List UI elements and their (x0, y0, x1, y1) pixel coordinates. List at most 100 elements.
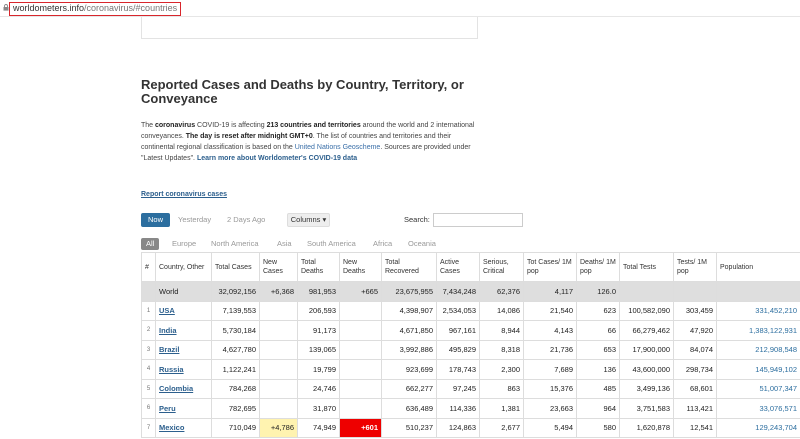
cell: 303,459 (673, 300, 717, 321)
cell: 4,671,850 (381, 320, 437, 341)
country-link[interactable]: Mexico (159, 423, 184, 432)
cell (259, 339, 298, 360)
cell: 51,007,347 (716, 378, 800, 399)
cell: 32,092,156 (211, 281, 260, 302)
table-row: 6 Peru 782,695 31,870 636,489 114,336 1,381 23,… (141, 398, 800, 419)
cell: 178,743 (436, 359, 480, 380)
cell: 623 (576, 300, 620, 321)
tab-oceania[interactable]: Oceania (408, 238, 436, 250)
cell: 2,677 (479, 417, 524, 438)
url-domain: worldometers.info (13, 3, 85, 13)
cell: 91,173 (297, 320, 340, 341)
tab-all[interactable]: All (141, 238, 160, 250)
col-header-active-cases[interactable]: Active Cases (436, 252, 480, 282)
cell: 3,992,886 (381, 339, 437, 360)
tab-africa[interactable]: Africa (373, 238, 392, 250)
col-header-total-tests[interactable]: Total Tests (619, 252, 674, 282)
cell: 62,376 (479, 281, 524, 302)
col-header-cases-per-million[interactable]: Tot Cases/ 1M pop (523, 252, 577, 282)
url-path: /coronavirus/#countries (84, 3, 178, 13)
search-input[interactable] (433, 213, 523, 227)
country-link[interactable]: Peru (159, 404, 176, 413)
browser-address-bar[interactable]: worldometers.info/coronavirus/#countries (0, 0, 800, 17)
col-header-new-cases[interactable]: New Cases (259, 252, 298, 282)
cell: 3 (141, 339, 156, 360)
cell: 1,122,241 (211, 359, 260, 380)
cell: 7,139,553 (211, 300, 260, 321)
search-label: Search: (404, 215, 430, 224)
cell: 6 (141, 398, 156, 419)
col-header-total-recovered[interactable]: Total Recovered (381, 252, 437, 282)
country-link[interactable]: Brazil (159, 345, 179, 354)
cell: 3,499,136 (619, 378, 674, 399)
cell: 2,300 (479, 359, 524, 380)
tab-north-america[interactable]: North America (211, 238, 259, 250)
countries-table: # Country, Other Total Cases New Cases T… (141, 252, 800, 438)
top-card-panel (141, 17, 478, 39)
col-header-deaths-per-million[interactable]: Deaths/ 1M pop (576, 252, 620, 282)
url-text[interactable]: worldometers.info/coronavirus/#countries (9, 2, 182, 16)
page-title: Reported Cases and Deaths by Country, Te… (141, 77, 464, 106)
country-link[interactable]: Colombia (159, 384, 193, 393)
table-row: 7 Mexico 710,049 +4,786 74,949 +601 510,237 124… (141, 417, 800, 438)
cell: 145,949,102 (716, 359, 800, 380)
cell: 17,900,000 (619, 339, 674, 360)
cell: 4 (141, 359, 156, 380)
cell: 113,421 (673, 398, 717, 419)
learn-more-link[interactable]: Learn more about Worldometer's COVID-19 … (197, 155, 357, 162)
cell: 2,534,053 (436, 300, 480, 321)
cell: 653 (576, 339, 620, 360)
intro-paragraph: The coronavirus COVID-19 is affecting 21… (141, 122, 475, 162)
country-link[interactable]: USA (159, 306, 175, 315)
cell-country: Mexico (155, 417, 212, 438)
col-header-rank[interactable]: # (141, 252, 156, 282)
table-header-row: # Country, Other Total Cases New Cases T… (141, 252, 800, 282)
col-header-country[interactable]: Country, Other (155, 252, 212, 282)
col-header-total-cases[interactable]: Total Cases (211, 252, 260, 282)
tab-asia[interactable]: Asia (277, 238, 292, 250)
table-controls: Now Yesterday 2 Days Ago Columns ▾ Searc… (141, 213, 526, 227)
country-link[interactable]: India (159, 326, 177, 335)
cell: 66,279,462 (619, 320, 674, 341)
cell (259, 320, 298, 341)
cell: 1,381 (479, 398, 524, 419)
cell (339, 378, 382, 399)
report-cases-link[interactable]: Report coronavirus cases (141, 191, 227, 198)
col-header-new-deaths[interactable]: New Deaths (339, 252, 382, 282)
cell: 15,376 (523, 378, 577, 399)
tab-south-america[interactable]: South America (307, 238, 356, 250)
yesterday-button[interactable]: Yesterday (178, 213, 211, 227)
cell: 43,600,000 (619, 359, 674, 380)
now-button[interactable]: Now (141, 213, 170, 227)
cell: 84,074 (673, 339, 717, 360)
cell: 4,627,780 (211, 339, 260, 360)
cell: 136 (576, 359, 620, 380)
cell-country: World (155, 281, 212, 302)
cell (259, 378, 298, 399)
cell: 21,736 (523, 339, 577, 360)
cell (339, 300, 382, 321)
cell: 114,336 (436, 398, 480, 419)
country-link[interactable]: Russia (159, 365, 184, 374)
cell: 47,920 (673, 320, 717, 341)
cell: 12,541 (673, 417, 717, 438)
un-geoscheme-link[interactable]: United Nations Geoscheme (295, 144, 381, 151)
cell: 3,751,583 (619, 398, 674, 419)
col-header-population[interactable]: Population (716, 252, 800, 282)
cell-country: Brazil (155, 339, 212, 360)
cell: 5,730,184 (211, 320, 260, 341)
columns-dropdown[interactable]: Columns ▾ (287, 213, 330, 227)
cell: 206,593 (297, 300, 340, 321)
two-days-ago-button[interactable]: 2 Days Ago (227, 213, 265, 227)
cell (673, 281, 717, 302)
cell: 4,398,907 (381, 300, 437, 321)
cell: 5 (141, 378, 156, 399)
tab-europe[interactable]: Europe (172, 238, 196, 250)
col-header-tests-per-million[interactable]: Tests/ 1M pop (673, 252, 717, 282)
cell: +6,368 (259, 281, 298, 302)
col-header-serious-critical[interactable]: Serious, Critical (479, 252, 524, 282)
cell: 485 (576, 378, 620, 399)
cell: 7,689 (523, 359, 577, 380)
col-header-total-deaths[interactable]: Total Deaths (297, 252, 340, 282)
cell: 4,143 (523, 320, 577, 341)
